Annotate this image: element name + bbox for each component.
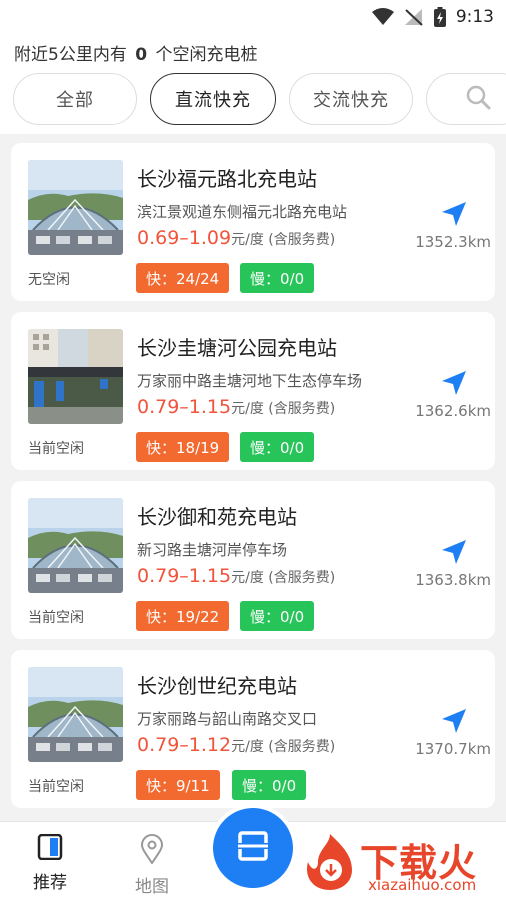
filter-all[interactable]: 全部 <box>13 73 137 125</box>
header: 附近5公里内有 0 个空闲充电桩 全部 直流快充 交流快充 <box>0 34 506 134</box>
price-unit: 元/度 (含服务费) <box>231 401 336 417</box>
slow-charger-count: 慢：0/0 <box>240 432 315 462</box>
clock: 9:13 <box>455 7 494 27</box>
search-button[interactable] <box>426 73 506 125</box>
watermark-url: xiazaihuo.com <box>368 876 477 894</box>
navigate-icon[interactable] <box>440 707 468 735</box>
map-pin-icon <box>140 834 164 868</box>
station-address: 新习路圭塘河岸停车场 <box>137 541 288 559</box>
tab-home-label: 推荐 <box>33 873 67 893</box>
station-card[interactable]: 当前空闲 长沙圭塘河公园充电站 万家丽中路圭塘河地下生态停车场 0.79–1.1… <box>11 312 495 470</box>
tab-map-label: 地图 <box>135 877 169 897</box>
price-range: 0.79–1.12 <box>137 734 232 756</box>
search-icon <box>465 84 491 115</box>
scan-button[interactable] <box>213 808 293 888</box>
navigate-icon[interactable] <box>440 200 468 228</box>
slow-charger-count: 慢：0/0 <box>232 770 307 800</box>
tab-home[interactable]: 推荐 <box>20 833 80 893</box>
station-price: 0.69–1.09元/度 (含服务费) <box>137 227 335 249</box>
availability-status: 当前空闲 <box>28 441 84 457</box>
home-tab-icon <box>37 833 63 864</box>
station-list: 无空闲 长沙福元路北充电站 滨江景观道东侧福元北路充电站 0.69–1.09元/… <box>11 143 495 819</box>
tab-map[interactable]: 地图 <box>122 834 182 897</box>
price-unit: 元/度 (含服务费) <box>231 232 336 248</box>
station-price: 0.79–1.15元/度 (含服务费) <box>137 396 335 418</box>
station-photo <box>28 498 123 593</box>
station-address: 万家丽路与韶山南路交叉口 <box>137 710 318 728</box>
slow-charger-count: 慢：0/0 <box>240 601 315 631</box>
fast-charger-count: 快：24/24 <box>136 263 230 293</box>
station-card[interactable]: 当前空闲 长沙御和苑充电站 新习路圭塘河岸停车场 0.79–1.15元/度 (含… <box>11 481 495 639</box>
navigate-icon[interactable] <box>440 538 468 566</box>
station-distance: 1362.6km <box>415 402 491 420</box>
slow-charger-count: 慢：0/0 <box>240 263 315 293</box>
station-photo <box>28 329 123 424</box>
station-distance: 1370.7km <box>415 740 491 758</box>
station-name: 长沙御和苑充电站 <box>137 505 297 529</box>
station-address: 万家丽中路圭塘河地下生态停车场 <box>137 372 363 390</box>
battery-charging-icon <box>433 7 446 27</box>
station-distance: 1352.3km <box>415 233 491 251</box>
scan-icon <box>236 829 270 867</box>
fast-charger-count: 快：19/22 <box>136 601 230 631</box>
price-range: 0.79–1.15 <box>137 565 232 587</box>
nearby-summary: 附近5公里内有 0 个空闲充电桩 <box>14 45 258 65</box>
status-bar: 9:13 <box>0 0 506 34</box>
navigate-icon[interactable] <box>440 369 468 397</box>
price-range: 0.69–1.09 <box>137 227 232 249</box>
price-range: 0.79–1.15 <box>137 396 232 418</box>
availability-status: 当前空闲 <box>28 779 84 795</box>
free-count: 0 <box>135 45 148 65</box>
availability-status: 无空闲 <box>28 272 70 288</box>
availability-status: 当前空闲 <box>28 610 84 626</box>
station-name: 长沙福元路北充电站 <box>137 167 317 191</box>
station-name: 长沙圭塘河公园充电站 <box>137 336 337 360</box>
fast-charger-count: 快：18/19 <box>136 432 230 462</box>
station-card[interactable]: 当前空闲 长沙创世纪充电站 万家丽路与韶山南路交叉口 0.79–1.12元/度 … <box>11 650 495 808</box>
filter-bar: 全部 直流快充 交流快充 <box>13 73 506 127</box>
watermark: 下载火 xiazaihuo.com <box>300 828 500 898</box>
price-unit: 元/度 (含服务费) <box>231 739 336 755</box>
fast-charger-count: 快：9/11 <box>136 770 220 800</box>
filter-dc-fast[interactable]: 直流快充 <box>150 73 276 125</box>
flame-logo-icon <box>300 832 360 896</box>
price-unit: 元/度 (含服务费) <box>231 570 336 586</box>
station-distance: 1363.8km <box>415 571 491 589</box>
no-signal-icon <box>404 8 424 26</box>
station-photo <box>28 667 123 762</box>
wifi-icon <box>371 8 394 26</box>
station-photo <box>28 160 123 255</box>
station-price: 0.79–1.15元/度 (含服务费) <box>137 565 335 587</box>
station-address: 滨江景观道东侧福元北路充电站 <box>137 203 348 221</box>
station-name: 长沙创世纪充电站 <box>137 674 297 698</box>
filter-ac-fast[interactable]: 交流快充 <box>289 73 413 125</box>
station-price: 0.79–1.12元/度 (含服务费) <box>137 734 335 756</box>
station-card[interactable]: 无空闲 长沙福元路北充电站 滨江景观道东侧福元北路充电站 0.69–1.09元/… <box>11 143 495 301</box>
